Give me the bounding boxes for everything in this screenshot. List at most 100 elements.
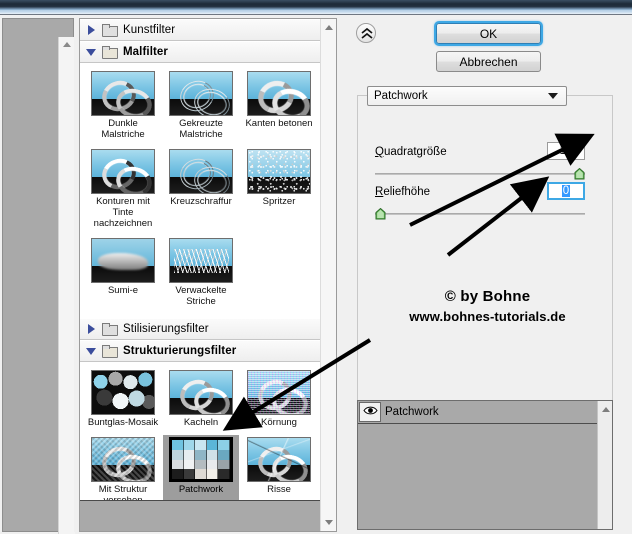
filter-thumbnail-konturen-mit-tinte-nachzeichnen[interactable]: Konturen mit Tinte nachzeichnen xyxy=(85,147,161,230)
folder-icon xyxy=(102,323,118,336)
thumbnail-caption: Risse xyxy=(267,484,291,495)
thumbnail-caption: Gekreuzte Malstriche xyxy=(179,118,223,140)
thumbnail-image xyxy=(169,238,233,283)
filter-thumbnail-k-rnung[interactable]: Körnung xyxy=(241,368,317,429)
thumbnail-caption: Kanten betonen xyxy=(245,118,313,129)
filter-thumbnail-mit-struktur-versehen[interactable]: Mit Struktur versehen xyxy=(85,435,161,507)
scroll-down-arrow-icon[interactable] xyxy=(325,520,333,525)
thumbnail-caption: Sumi-e xyxy=(107,285,139,296)
filter-thumbnail-grid: Dunkle Malstriche Gekreuzte Malstriche Kan… xyxy=(80,63,321,318)
thumbnail-caption: Verwackelte Striche xyxy=(175,285,227,307)
reliefhoehe-value: 0 xyxy=(561,185,571,197)
thumbnail-caption: Kreuzschraffur xyxy=(170,196,232,207)
thumbnail-caption: Dunkle Malstriche xyxy=(101,118,145,140)
ok-button[interactable]: OK xyxy=(436,23,541,44)
control-label: Reliefhöhe xyxy=(375,186,430,198)
scroll-up-arrow-icon[interactable] xyxy=(325,25,333,30)
filter-group-header-0[interactable]: Kunstfilter xyxy=(80,19,321,41)
layer-name: Patchwork xyxy=(385,406,439,418)
thumbnail-caption: Konturen mit Tinte nachzeichnen xyxy=(93,196,153,229)
thumbnail-image xyxy=(91,238,155,283)
window-titlebar xyxy=(0,0,632,11)
thumbnail-image xyxy=(247,370,311,415)
filter-category-list[interactable]: Kunstfilter Malfilter Dunkle Malstriche Gek… xyxy=(79,18,337,532)
filter-category-list-inner: Kunstfilter Malfilter Dunkle Malstriche Gek… xyxy=(80,19,321,531)
slider-handle[interactable] xyxy=(574,168,585,180)
slider-track[interactable] xyxy=(375,173,585,175)
layer-row[interactable]: Patchwork xyxy=(358,401,598,424)
filter-group-header-1[interactable]: Malfilter xyxy=(80,41,321,63)
reliefhoehe-input[interactable]: 0 xyxy=(547,182,585,200)
thumbnail-caption: Patchwork xyxy=(178,484,224,495)
quadratgroesse-value: 10 xyxy=(559,145,573,157)
scroll-up-arrow-icon[interactable] xyxy=(602,407,610,412)
preview-vertical-scrollbar[interactable] xyxy=(58,37,75,534)
chevron-down-icon[interactable] xyxy=(86,346,97,357)
filter-thumbnail-spritzer[interactable]: Spritzer xyxy=(241,147,317,230)
filter-thumbnail-dunkle-malstriche[interactable]: Dunkle Malstriche xyxy=(85,69,161,141)
filter-group-label: Kunstfilter xyxy=(123,24,176,36)
filter-group-label: Stilisierungsfilter xyxy=(123,323,209,335)
collapse-panel-button[interactable] xyxy=(356,23,376,43)
reliefhoehe-slider[interactable] xyxy=(375,208,585,220)
filter-gallery-window: Kunstfilter Malfilter Dunkle Malstriche Gek… xyxy=(0,0,632,534)
folder-icon xyxy=(102,345,118,358)
thumbnail-image xyxy=(247,149,311,194)
filter-thumbnail-sumi-e[interactable]: Sumi-e xyxy=(85,236,161,308)
scroll-up-arrow-icon[interactable] xyxy=(63,42,71,47)
thumbnail-caption: Spritzer xyxy=(262,196,296,207)
folder-icon xyxy=(102,46,118,59)
filter-thumbnail-grid: Buntglas-Mosaik Kacheln Körnung Mit Struktu… xyxy=(80,362,321,517)
filter-group-header-3[interactable]: Strukturierungsfilter xyxy=(80,340,321,362)
right-pane-edge xyxy=(338,18,342,532)
thumbnail-image xyxy=(169,370,233,415)
watermark-signature: © by Bohne www.bohnes-tutorials.de xyxy=(345,288,630,324)
chevron-right-icon[interactable] xyxy=(86,323,97,335)
filter-thumbnail-verwackelte-striche[interactable]: Verwackelte Striche xyxy=(163,236,239,308)
filter-thumbnail-patchwork[interactable]: Patchwork xyxy=(163,435,239,507)
gallery-vertical-scrollbar[interactable] xyxy=(320,19,336,531)
thumbnail-image xyxy=(247,437,311,482)
filter-thumbnail-buntglas-mosaik[interactable]: Buntglas-Mosaik xyxy=(85,368,161,429)
quadratgroesse-input[interactable]: 10 xyxy=(547,142,585,160)
layer-list-panel[interactable]: Patchwork xyxy=(357,400,613,530)
thumbnail-image xyxy=(247,71,311,116)
filter-thumbnail-gekreuzte-malstriche[interactable]: Gekreuzte Malstriche xyxy=(163,69,239,141)
slider-handle[interactable] xyxy=(375,208,386,220)
filter-thumbnail-risse[interactable]: Risse xyxy=(241,435,317,507)
thumbnail-image xyxy=(91,370,155,415)
filter-group-label: Malfilter xyxy=(123,46,168,58)
gallery-bottom-filler xyxy=(80,500,321,531)
filter-select-value: Patchwork xyxy=(374,90,428,102)
cancel-button[interactable]: Abbrechen xyxy=(436,51,541,72)
thumbnail-image xyxy=(91,149,155,194)
eye-icon xyxy=(362,405,378,419)
image-preview-pane[interactable] xyxy=(2,18,75,534)
chevron-right-icon[interactable] xyxy=(86,24,97,36)
layer-vertical-scrollbar[interactable] xyxy=(597,401,612,529)
thumbnail-caption: Buntglas-Mosaik xyxy=(87,417,159,428)
watermark-line-2: www.bohnes-tutorials.de xyxy=(409,309,566,324)
chevron-down-icon[interactable] xyxy=(548,93,558,99)
thumbnail-image xyxy=(91,437,155,482)
filter-group-header-2[interactable]: Stilisierungsfilter xyxy=(80,318,321,340)
filter-thumbnail-kreuzschraffur[interactable]: Kreuzschraffur xyxy=(163,147,239,230)
filter-thumbnail-kanten-betonen[interactable]: Kanten betonen xyxy=(241,69,317,141)
thumbnail-caption: Körnung xyxy=(261,417,297,428)
filter-select[interactable]: Patchwork xyxy=(367,86,567,106)
thumbnail-image xyxy=(169,149,233,194)
thumbnail-image xyxy=(169,71,233,116)
thumbnail-caption: Kacheln xyxy=(183,417,219,428)
filter-thumbnail-kacheln[interactable]: Kacheln xyxy=(163,368,239,429)
quadratgroesse-slider[interactable] xyxy=(375,168,585,180)
filter-group-label: Strukturierungsfilter xyxy=(123,345,237,357)
thumbnail-image xyxy=(91,71,155,116)
control-label: Quadratgröße xyxy=(375,146,447,158)
watermark-line-1: © by Bohne xyxy=(444,288,531,305)
folder-icon xyxy=(102,24,118,37)
thumbnail-image xyxy=(169,437,233,482)
slider-track[interactable] xyxy=(375,213,585,215)
filter-settings-panel: OK Abbrechen Patchwork Quadratgröße 10 R… xyxy=(345,18,630,532)
chevron-down-icon[interactable] xyxy=(86,47,97,58)
layer-visibility-toggle[interactable] xyxy=(359,402,381,422)
